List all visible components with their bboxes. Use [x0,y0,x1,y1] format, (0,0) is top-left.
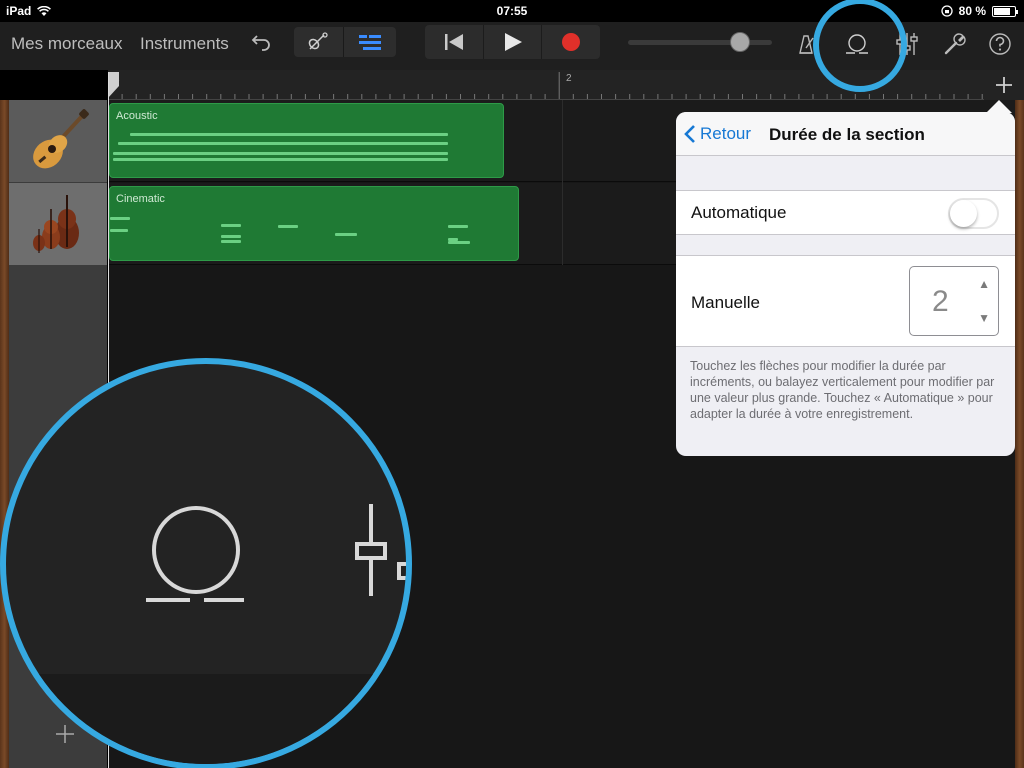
stepper-up-icon[interactable]: ▲ [978,277,990,291]
automatic-label: Automatique [691,203,787,222]
master-volume-slider[interactable] [628,32,772,52]
transport-controls [425,25,600,59]
popover-title: Durée de la section [769,125,925,144]
loop-icon [146,506,244,602]
wood-trim-left [0,100,9,768]
highlight-ring [813,0,907,92]
region-name: Cinematic [116,193,165,205]
my-songs-button[interactable]: Mes morceaux [11,34,122,54]
note-bar [221,224,241,227]
rotation-lock-icon [940,5,953,17]
settings-icon[interactable] [941,30,969,58]
back-label: Retour [700,124,752,143]
wood-trim-right [1015,100,1024,768]
undo-icon[interactable] [248,28,276,56]
note-bar [335,233,357,236]
note-bar [110,229,128,232]
acoustic-guitar-icon [33,109,89,169]
chevron-left-icon [684,125,695,143]
zoom-callout [0,358,412,768]
note-bar [448,241,470,244]
note-bar [448,225,468,228]
note-bar [221,235,241,238]
mixer-icon [355,504,406,596]
battery-percent: 80 % [958,4,986,18]
toggle-thumb [950,200,977,227]
battery-icon [992,5,1018,17]
zoom-lower-band [6,674,406,764]
note-bar [110,217,130,220]
help-icon[interactable] [986,30,1014,58]
section-length-popover: Retour Durée de la section Automatique M… [676,112,1015,456]
bar-marker-2: 2 [566,73,572,84]
region-cinematic[interactable]: Cinematic [109,186,519,261]
track-header-cinematic[interactable] [9,183,107,265]
rewind-icon[interactable] [425,25,484,59]
bar-gridline [562,100,563,265]
tracks-view-icon[interactable] [344,27,396,57]
track-header-acoustic[interactable] [9,100,107,182]
note-bar [113,158,448,161]
automatic-cell: Automatique [676,190,1015,235]
note-bar [118,142,448,145]
note-bar [221,240,241,243]
length-stepper[interactable]: 2 ▲ ▼ [909,266,999,336]
region-name: Acoustic [116,110,158,122]
instrument-view-icon[interactable] [294,27,344,57]
popover-help-text: Touchez les flèches pour modifier la dur… [690,359,995,421]
strings-icon [33,195,79,253]
view-toggle [294,27,396,57]
volume-knob[interactable] [730,32,751,52]
play-icon[interactable] [484,25,543,59]
note-bar [130,133,448,136]
add-section-button[interactable] [984,70,1024,100]
manual-cell: Manuelle 2 ▲ ▼ [676,255,1015,347]
playhead-handle[interactable] [107,72,121,98]
stepper-down-icon[interactable]: ▼ [978,311,990,325]
manual-label: Manuelle [691,293,760,312]
note-bar [113,152,448,155]
popover-nav-bar: Retour Durée de la section [676,112,1015,156]
note-bar [278,225,298,228]
stepper-value: 2 [932,285,949,318]
volume-track [628,40,772,45]
instruments-button[interactable]: Instruments [140,34,229,54]
back-button[interactable]: Retour [684,124,751,144]
region-acoustic[interactable]: Acoustic [109,103,504,178]
automatic-toggle[interactable] [948,198,999,229]
record-icon[interactable] [542,25,600,59]
plus-icon [996,77,1012,93]
